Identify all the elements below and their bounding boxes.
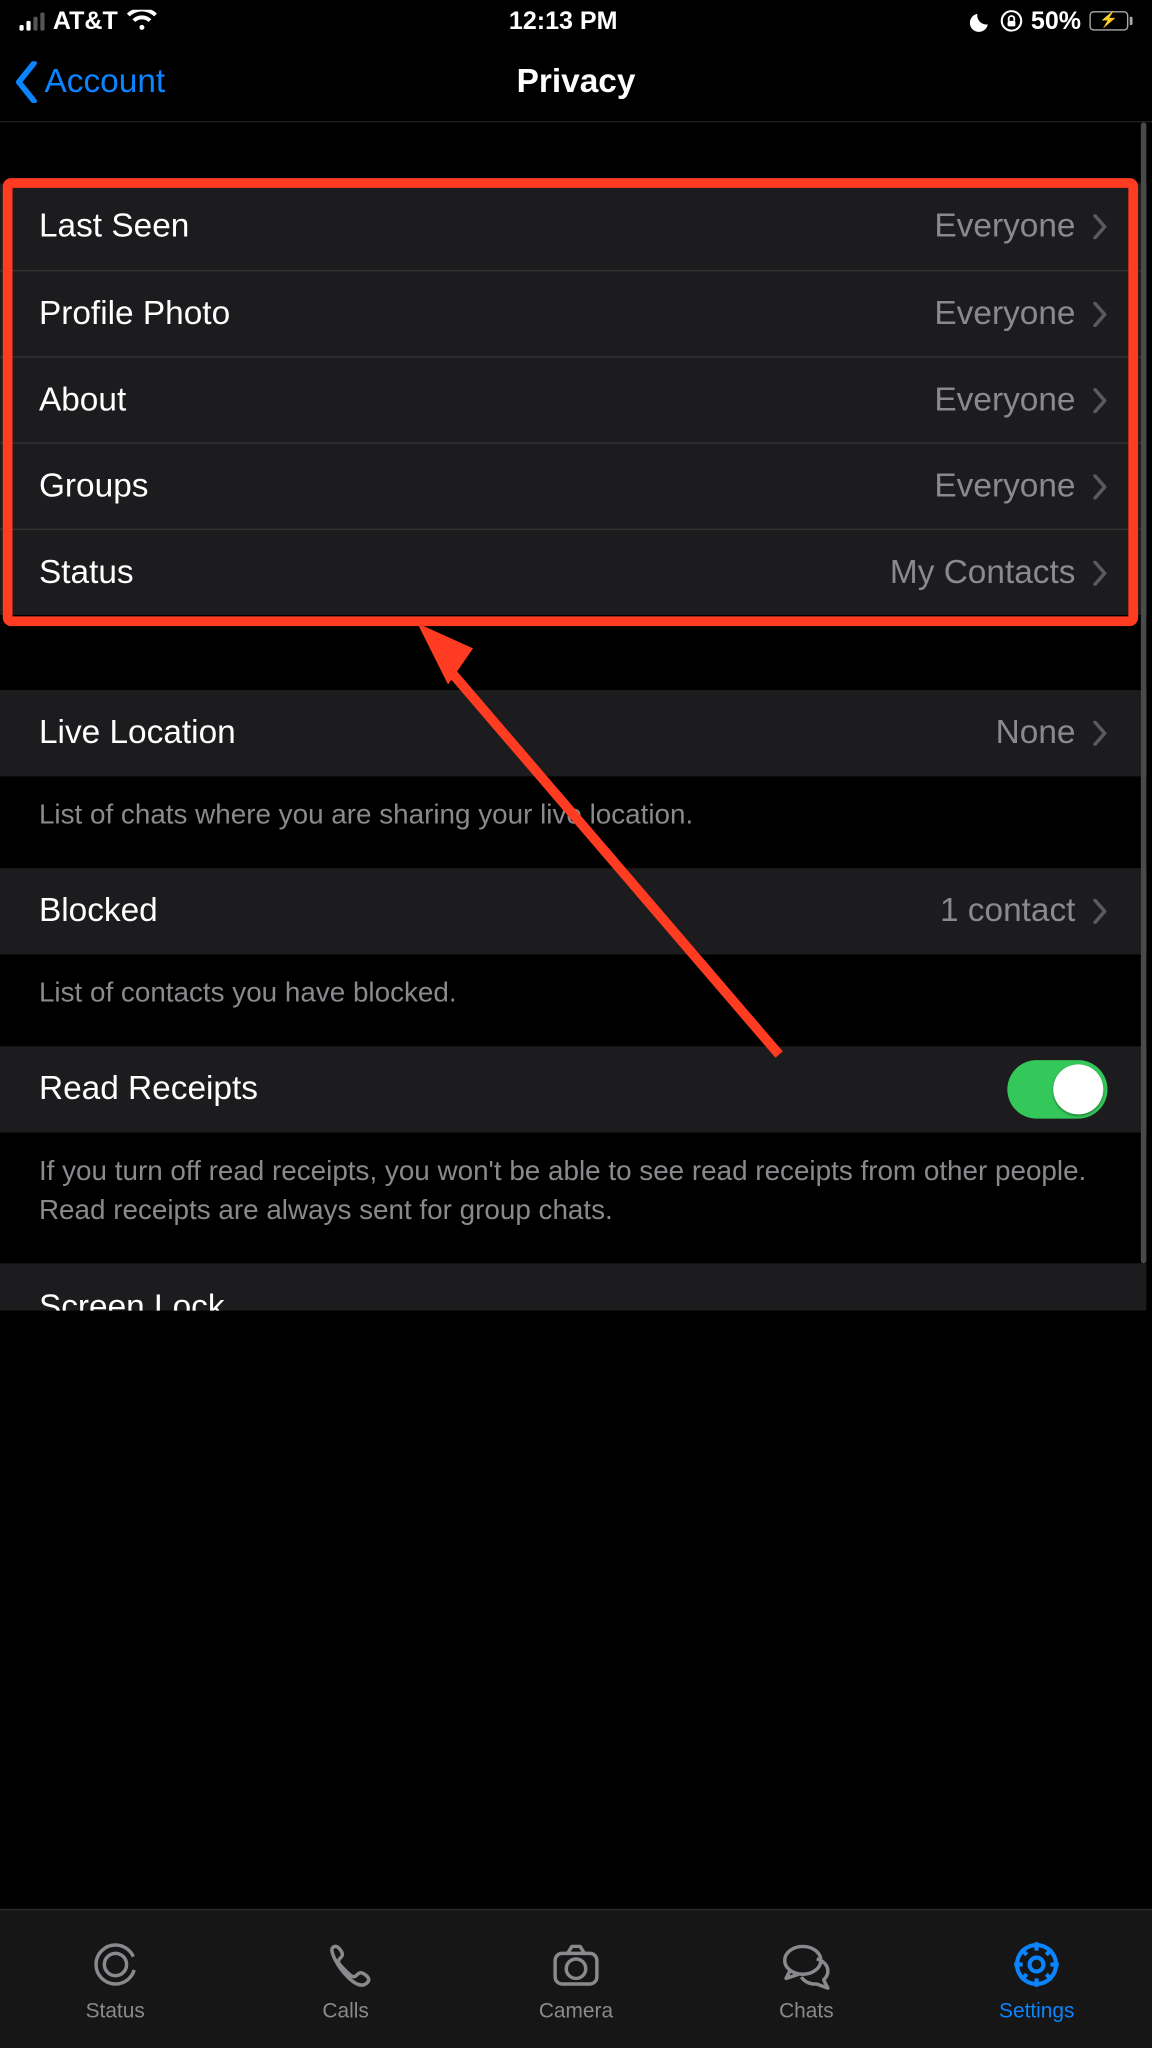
row-value: Everyone: [934, 381, 1075, 420]
row-value: None: [996, 714, 1076, 753]
read-receipts-footer: If you turn off read receipts, you won't…: [0, 1133, 1146, 1264]
row-label: Profile Photo: [39, 294, 934, 333]
orientation-lock-icon: [1000, 10, 1022, 32]
row-status[interactable]: Status My Contacts: [0, 529, 1146, 615]
nav-bar: Account Privacy: [0, 42, 1152, 123]
carrier-label: AT&T: [53, 6, 118, 35]
camera-icon: [548, 1936, 604, 1992]
row-label: Groups: [39, 467, 934, 506]
row-groups[interactable]: Groups Everyone: [0, 442, 1146, 528]
status-icon: [87, 1936, 143, 1992]
tab-label: Settings: [999, 1999, 1074, 2023]
row-label: Read Receipts: [39, 1070, 1007, 1109]
row-label: Live Location: [39, 714, 996, 753]
row-value: Everyone: [934, 294, 1075, 333]
row-label: Status: [39, 553, 890, 592]
tab-camera[interactable]: Camera: [461, 1910, 691, 2048]
live-location-group: Live Location None: [0, 690, 1146, 776]
row-value: 1 contact: [940, 892, 1076, 931]
tab-chats[interactable]: Chats: [691, 1910, 921, 2048]
row-screen-lock[interactable]: Screen Lock: [0, 1263, 1146, 1310]
phone-icon: [318, 1936, 374, 1992]
tab-label: Calls: [322, 1999, 368, 2023]
battery-percent: 50%: [1031, 6, 1081, 35]
row-profile-photo[interactable]: Profile Photo Everyone: [0, 270, 1146, 356]
row-read-receipts: Read Receipts: [0, 1046, 1146, 1132]
gear-icon: [1009, 1936, 1065, 1992]
privacy-options-group: Last Seen Everyone Profile Photo Everyon…: [0, 184, 1146, 615]
chevron-right-icon: [1092, 301, 1107, 326]
chevron-left-icon: [14, 61, 39, 103]
read-receipts-group: Read Receipts: [0, 1046, 1146, 1132]
chevron-right-icon: [1092, 214, 1107, 239]
row-label: Blocked: [39, 892, 940, 931]
status-time: 12:13 PM: [509, 6, 618, 35]
chevron-right-icon: [1092, 387, 1107, 412]
back-label: Account: [45, 62, 166, 101]
row-value: Everyone: [934, 467, 1075, 506]
tab-label: Status: [86, 1999, 145, 2023]
chevron-right-icon: [1092, 560, 1107, 585]
tab-bar: Status Calls Camera Chats Settings: [0, 1909, 1152, 2048]
chevron-right-icon: [1092, 899, 1107, 924]
row-last-seen[interactable]: Last Seen Everyone: [0, 184, 1146, 270]
tab-status[interactable]: Status: [0, 1910, 230, 2048]
content-scroll[interactable]: Last Seen Everyone Profile Photo Everyon…: [0, 122, 1146, 1908]
row-blocked[interactable]: Blocked 1 contact: [0, 868, 1146, 954]
row-about[interactable]: About Everyone: [0, 356, 1146, 442]
do-not-disturb-icon: [970, 10, 992, 32]
page-title: Privacy: [517, 62, 636, 101]
blocked-footer: List of contacts you have blocked.: [0, 954, 1146, 1046]
read-receipts-toggle[interactable]: [1007, 1060, 1107, 1118]
wifi-icon: [126, 10, 157, 32]
signal-bars-icon: [19, 11, 44, 30]
chevron-right-icon: [1092, 721, 1107, 746]
row-value: Everyone: [934, 207, 1075, 246]
row-live-location[interactable]: Live Location None: [0, 690, 1146, 776]
tab-label: Chats: [779, 1999, 834, 2023]
tab-settings[interactable]: Settings: [922, 1910, 1152, 2048]
back-button[interactable]: Account: [14, 42, 165, 121]
chevron-right-icon: [1092, 474, 1107, 499]
row-label: Last Seen: [39, 207, 934, 246]
live-location-footer: List of chats where you are sharing your…: [0, 776, 1146, 868]
tab-label: Camera: [539, 1999, 613, 2023]
chats-icon: [779, 1936, 835, 1992]
battery-icon: ⚡: [1089, 11, 1132, 30]
blocked-group: Blocked 1 contact: [0, 868, 1146, 954]
row-label: About: [39, 381, 934, 420]
scrollbar[interactable]: [1141, 122, 1147, 1263]
tab-calls[interactable]: Calls: [230, 1910, 460, 2048]
status-bar: AT&T 12:13 PM 50% ⚡: [0, 0, 1152, 42]
row-label: Screen Lock: [39, 1288, 225, 1310]
row-value: My Contacts: [890, 553, 1076, 592]
